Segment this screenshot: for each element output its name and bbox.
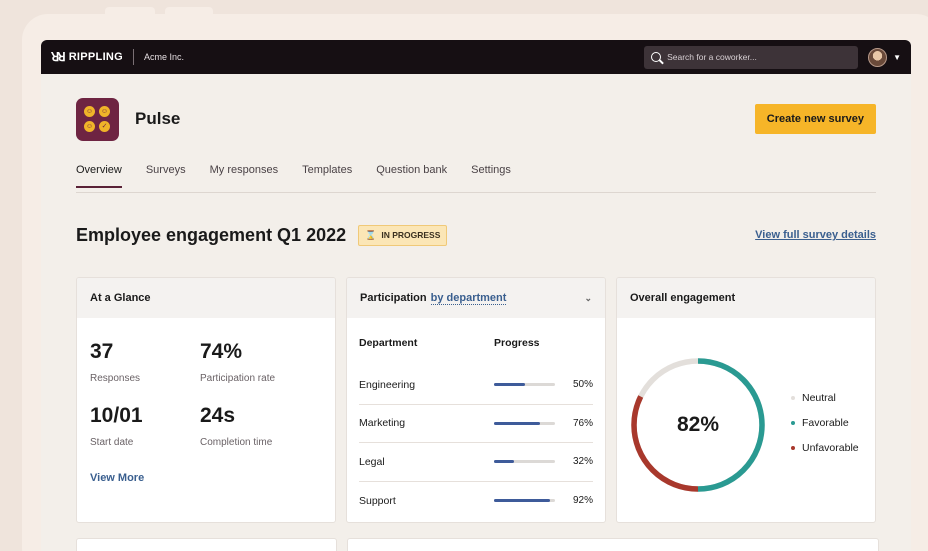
column-header-progress: Progress xyxy=(494,337,540,349)
metric-value: 24s xyxy=(200,404,236,427)
progress-bar xyxy=(494,460,555,464)
tab-templates[interactable]: Templates xyxy=(302,164,352,186)
card-header[interactable]: Participation by department ⌄ xyxy=(347,278,605,318)
progress-percent: 92% xyxy=(572,495,593,507)
next-row-cards xyxy=(76,538,879,551)
metric-value: 10/01 xyxy=(90,404,143,427)
card-partial xyxy=(347,538,879,551)
metric-label: Completion time xyxy=(200,437,273,448)
table-row: Marketing 76% xyxy=(359,405,593,443)
progress-bar-fill xyxy=(494,383,525,387)
legend-label: Favorable xyxy=(802,417,849,429)
tab-question-bank[interactable]: Question bank xyxy=(376,164,447,186)
card-title: Participation xyxy=(360,292,427,304)
search-icon xyxy=(651,52,662,62)
card-partial xyxy=(76,538,337,551)
page-title: Pulse xyxy=(135,109,181,128)
progress-bar-fill xyxy=(494,499,551,503)
tab-my-responses[interactable]: My responses xyxy=(210,164,278,186)
engagement-score: 82% xyxy=(676,413,720,436)
legend-label: Unfavorable xyxy=(802,442,859,454)
metric-label: Responses xyxy=(90,373,141,384)
metric-value: 74% xyxy=(200,340,243,363)
legend-dot xyxy=(791,396,795,400)
legend-item-unfavorable: Unfavorable xyxy=(791,442,859,454)
card-title: Overall engagement xyxy=(630,292,736,304)
legend-item-neutral: Neutral xyxy=(791,392,859,404)
progress-percent: 32% xyxy=(572,456,593,468)
tab-overview[interactable]: Overview xyxy=(76,164,122,188)
view-survey-details-link[interactable]: View full survey details xyxy=(755,229,876,241)
survey-header: Employee engagement Q1 2022 ⌛ IN PROGRES… xyxy=(76,193,876,277)
tab-settings[interactable]: Settings xyxy=(471,164,511,186)
user-avatar[interactable] xyxy=(868,47,888,67)
department-name: Legal xyxy=(359,455,385,468)
at-a-glance-card: At a Glance 37 Responses 74% Participati… xyxy=(76,277,336,523)
smile-icon: ☺ xyxy=(84,105,95,117)
progress-bar-fill xyxy=(494,421,541,425)
chevron-down-icon[interactable]: ▼ xyxy=(893,53,901,62)
company-name: Acme Inc. xyxy=(144,52,185,62)
metric-label: Start date xyxy=(90,437,134,448)
card-header: Overall engagement xyxy=(617,278,875,318)
coworker-search[interactable] xyxy=(644,45,859,69)
table-header: Department Progress xyxy=(359,318,593,366)
metric-value: 37 xyxy=(90,340,114,363)
metric-responses: 37 Responses xyxy=(90,340,200,384)
search-input[interactable] xyxy=(667,52,848,62)
hourglass-icon: ⌛ xyxy=(365,229,377,240)
department-filter[interactable]: by department xyxy=(430,292,507,305)
rippling-logo[interactable]: ꓤꓤ RIPPLING xyxy=(51,50,123,64)
create-survey-button[interactable]: Create new survey xyxy=(754,104,876,134)
chart-legend: Neutral Favorable Unfavorable xyxy=(791,392,859,467)
top-navigation-bar: ꓤꓤ RIPPLING Acme Inc. ▼ xyxy=(41,40,911,74)
chevron-down-icon[interactable]: ⌄ xyxy=(584,293,592,304)
progress-percent: 50% xyxy=(572,379,593,391)
progress-percent: 76% xyxy=(572,417,593,429)
smile-icon: ☺ xyxy=(84,120,95,132)
table-row: Legal 32% xyxy=(359,443,593,482)
participation-card: Participation by department ⌄ Department… xyxy=(346,277,606,523)
participation-table: Department Progress Engineering 50% Mark… xyxy=(347,318,605,520)
progress-bar xyxy=(494,383,555,387)
department-name: Marketing xyxy=(359,417,406,430)
overall-engagement-card: Overall engagement 82% Neutral Favorable… xyxy=(616,277,876,523)
table-row: Engineering 50% xyxy=(359,366,593,405)
check-icon: ✓ xyxy=(99,120,110,132)
app-window: ꓤꓤ RIPPLING Acme Inc. ▼ ☺ ☺ ☺ ✓ Pulse Cr… xyxy=(41,40,911,551)
legend-label: Neutral xyxy=(802,392,836,404)
brand-divider xyxy=(133,49,135,65)
card-header: At a Glance xyxy=(77,278,335,318)
view-more-link[interactable]: View More xyxy=(77,448,335,484)
metric-participation-rate: 74% Participation rate xyxy=(200,340,322,384)
legend-dot xyxy=(791,421,795,425)
column-header-department: Department xyxy=(359,337,418,349)
metric-completion-time: 24s Completion time xyxy=(200,404,322,448)
progress-bar xyxy=(494,421,555,425)
tab-surveys[interactable]: Surveys xyxy=(146,164,186,186)
tab-bar: Overview Surveys My responses Templates … xyxy=(76,164,876,193)
pulse-app-icon: ☺ ☺ ☺ ✓ xyxy=(76,97,119,141)
survey-title: Employee engagement Q1 2022 xyxy=(76,224,347,245)
rippling-mark-icon: ꓤꓤ xyxy=(51,50,66,64)
status-badge: ⌛ IN PROGRESS xyxy=(358,224,448,246)
metric-start-date: 10/01 Start date xyxy=(90,404,200,448)
table-row: Support 92% xyxy=(359,482,593,521)
metric-label: Participation rate xyxy=(200,373,276,384)
department-name: Support xyxy=(359,494,396,507)
page-header: ☺ ☺ ☺ ✓ Pulse Create new survey xyxy=(76,74,876,164)
brand-name: RIPPLING xyxy=(68,51,124,63)
legend-dot xyxy=(791,446,795,450)
card-title: At a Glance xyxy=(90,292,151,304)
status-label: IN PROGRESS xyxy=(381,230,441,240)
smile-icon: ☺ xyxy=(99,105,110,117)
department-name: Engineering xyxy=(359,378,416,391)
progress-bar xyxy=(494,499,555,503)
progress-bar-fill xyxy=(494,460,514,464)
legend-item-favorable: Favorable xyxy=(791,417,859,429)
